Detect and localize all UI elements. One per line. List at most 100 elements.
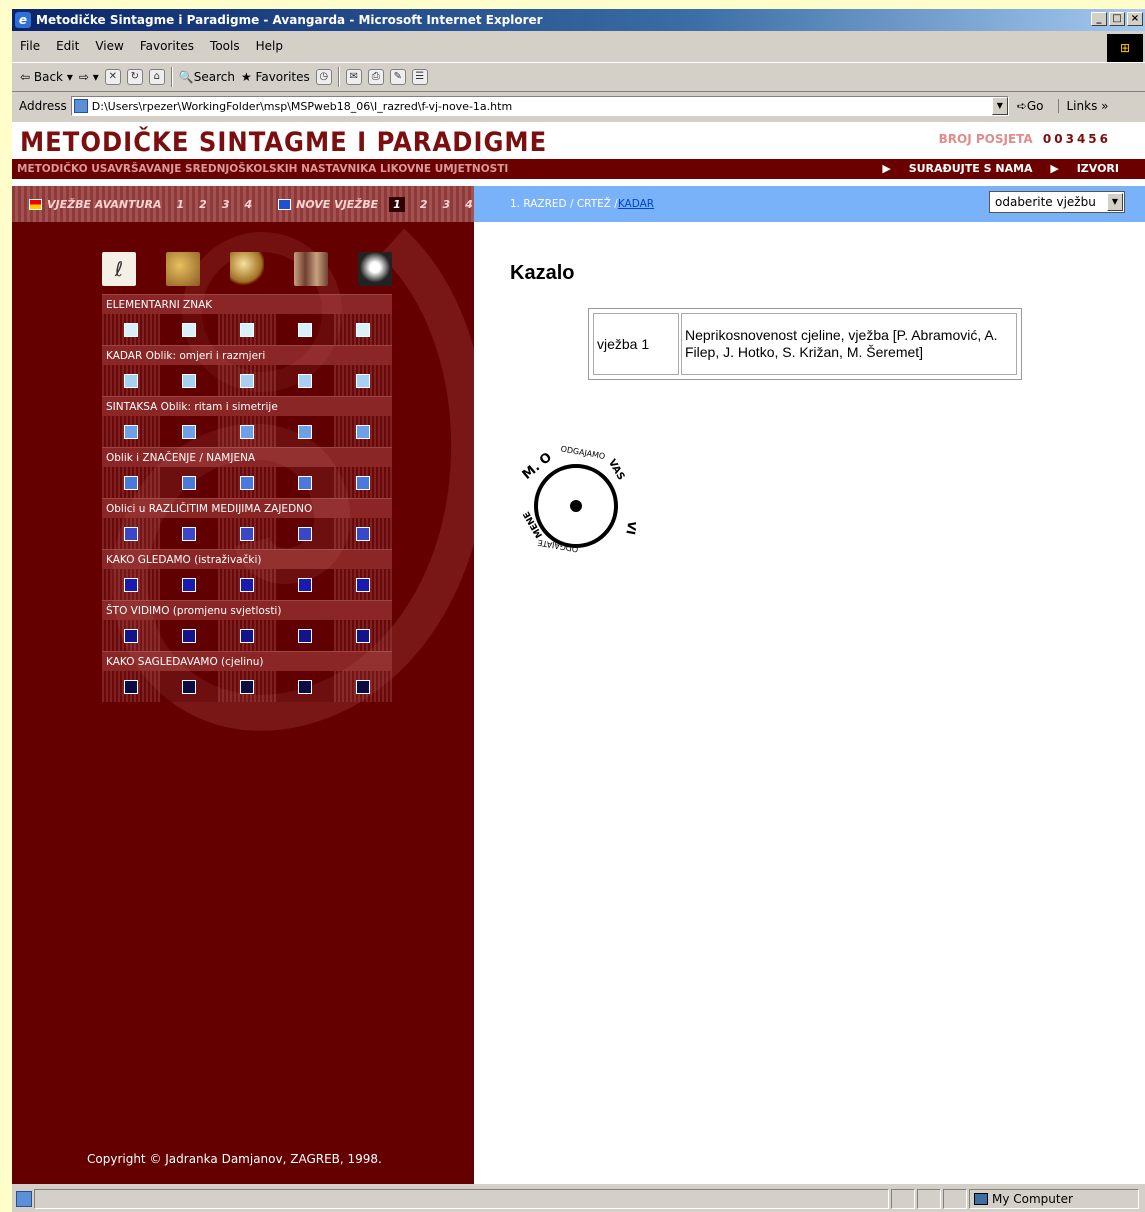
breadcrumb: 1. RAZRED / CRTEŽ / KADAR odaberite vjež…	[474, 186, 1145, 222]
exercise-square-button[interactable]	[124, 577, 138, 592]
site-title: METODIČKE SINTAGME I PARADIGME	[20, 127, 548, 158]
exercise-square-button[interactable]	[124, 526, 138, 541]
header-link-sources[interactable]: ▶ IZVORI	[1050, 162, 1119, 175]
history-icon[interactable]: ◷	[315, 69, 332, 85]
menu-favorites[interactable]: Favorites	[132, 39, 202, 53]
exercise-square-button[interactable]	[356, 322, 370, 337]
exercise-square-button[interactable]	[356, 577, 370, 592]
exercise-square-button[interactable]	[182, 577, 196, 592]
exercise-square-button[interactable]	[240, 526, 254, 541]
exercise-square-button[interactable]	[182, 424, 196, 439]
edit-icon[interactable]: ✎	[389, 69, 406, 85]
exercise-square-button[interactable]	[298, 475, 312, 490]
minimize-button[interactable]: _	[1091, 12, 1107, 26]
close-button[interactable]: ×	[1127, 12, 1143, 26]
status-cell	[917, 1188, 941, 1209]
links-button[interactable]: Links »	[1057, 99, 1108, 113]
avantura-link-2[interactable]: 2	[199, 198, 207, 211]
page-status-icon	[16, 1190, 32, 1207]
nove-flag-icon	[278, 198, 292, 210]
favorites-button[interactable]: ★ Favorites	[241, 70, 310, 84]
exercise-square-button[interactable]	[298, 424, 312, 439]
exercise-square-button[interactable]	[182, 322, 196, 337]
menu-file[interactable]: File	[12, 39, 48, 53]
nove-link-2[interactable]: 2	[420, 198, 428, 211]
chevron-down-icon[interactable]: ▼	[1107, 193, 1123, 211]
avantura-flag-icon	[29, 198, 42, 210]
print-icon[interactable]: ⎙	[367, 69, 384, 85]
nove-label[interactable]: NOVE VJEŽBE	[296, 198, 378, 211]
menu-help[interactable]: Help	[248, 39, 291, 53]
exercise-square-button[interactable]	[124, 322, 138, 337]
exercise-square-button[interactable]	[298, 628, 312, 643]
exercise-square-button[interactable]	[124, 373, 138, 388]
search-button[interactable]: 🔍Search	[179, 70, 235, 84]
exercise-square-button[interactable]	[240, 322, 254, 337]
exercise-square-button[interactable]	[182, 628, 196, 643]
visits-label: BROJ POSJETA	[938, 132, 1033, 146]
menu-edit[interactable]: Edit	[48, 39, 87, 53]
exercise-square-button[interactable]	[182, 679, 196, 694]
exercise-square-button[interactable]	[356, 475, 370, 490]
exercise-square-button[interactable]	[298, 679, 312, 694]
window-controls: _ □ ×	[1091, 12, 1143, 26]
exercise-square-button[interactable]	[124, 628, 138, 643]
mail-icon[interactable]: ✉	[345, 69, 362, 85]
exercise-square-button[interactable]	[356, 424, 370, 439]
refresh-icon[interactable]: ↻	[126, 69, 143, 85]
exercise-square-button[interactable]	[240, 373, 254, 388]
forward-button[interactable]: ⇨ ▾	[79, 70, 99, 84]
sculpture-thumb[interactable]	[294, 252, 328, 286]
stop-icon[interactable]: ✕	[104, 69, 121, 85]
exercise-square-button[interactable]	[182, 373, 196, 388]
home-icon[interactable]: ⌂	[148, 69, 165, 85]
exercise-select[interactable]: odaberite vježbu ▼	[989, 191, 1125, 213]
address-label: Address	[19, 99, 67, 113]
description-cell: Neprikosnovenost cjeline, vježba [P. Abr…	[681, 313, 1017, 375]
exercise-square-button[interactable]	[240, 577, 254, 592]
exercise-square-button[interactable]	[182, 526, 196, 541]
discuss-icon[interactable]: ☰	[411, 69, 428, 85]
sphere-thumb[interactable]	[230, 252, 264, 286]
maximize-button[interactable]: □	[1109, 12, 1125, 26]
painting-thumb[interactable]	[166, 252, 200, 286]
navigation-row: VJEŽBE AVANTURA 1 2 3 4 NOVE VJEŽBE 1 2 …	[12, 186, 1145, 222]
visits-value: 003456	[1042, 132, 1111, 146]
exercise-square-button[interactable]	[356, 628, 370, 643]
exercise-square-button[interactable]	[124, 475, 138, 490]
exercise-square-button[interactable]	[298, 373, 312, 388]
menu-view[interactable]: View	[87, 39, 131, 53]
exercise-square-button[interactable]	[240, 679, 254, 694]
nove-link-4[interactable]: 4	[465, 198, 473, 211]
exercise-square-button[interactable]	[298, 526, 312, 541]
address-input[interactable]: D:\Users\rpezer\WorkingFolder\msp\MSPweb…	[70, 96, 1009, 116]
avantura-label[interactable]: VJEŽBE AVANTURA	[47, 198, 162, 211]
exercise-square-button[interactable]	[298, 322, 312, 337]
exercise-square-button[interactable]	[124, 424, 138, 439]
exercise-square-button[interactable]	[240, 628, 254, 643]
header-link-contribute[interactable]: ▶ SURAĐUJTE S NAMA	[882, 162, 1032, 175]
signature-thumb[interactable]: ℓ	[102, 252, 136, 286]
menu-tools[interactable]: Tools	[202, 39, 248, 53]
nove-link-3[interactable]: 3	[442, 198, 450, 211]
nove-link-1[interactable]: 1	[389, 196, 405, 212]
avantura-link-3[interactable]: 3	[222, 198, 230, 211]
exercise-square-button[interactable]	[356, 679, 370, 694]
avantura-link-4[interactable]: 4	[244, 198, 252, 211]
grid-cell	[102, 569, 160, 600]
exercise-square-button[interactable]	[298, 577, 312, 592]
exercise-square-button[interactable]	[182, 475, 196, 490]
exercise-square-button[interactable]	[240, 424, 254, 439]
avantura-link-1[interactable]: 1	[177, 198, 185, 211]
exercise-square-button[interactable]	[356, 526, 370, 541]
grid-row	[102, 518, 392, 549]
portrait-thumb[interactable]	[358, 252, 392, 286]
breadcrumb-link-kadar[interactable]: KADAR	[618, 198, 654, 210]
exercise-square-button[interactable]	[356, 373, 370, 388]
go-button[interactable]: ➪Go	[1017, 99, 1044, 113]
back-button[interactable]: ⇦ Back ▾	[20, 70, 73, 84]
exercise-square-button[interactable]	[240, 475, 254, 490]
exercise-square-button[interactable]	[124, 679, 138, 694]
header-link-sources-label: IZVORI	[1076, 162, 1119, 175]
address-dropdown-icon[interactable]: ▼	[991, 97, 1008, 115]
